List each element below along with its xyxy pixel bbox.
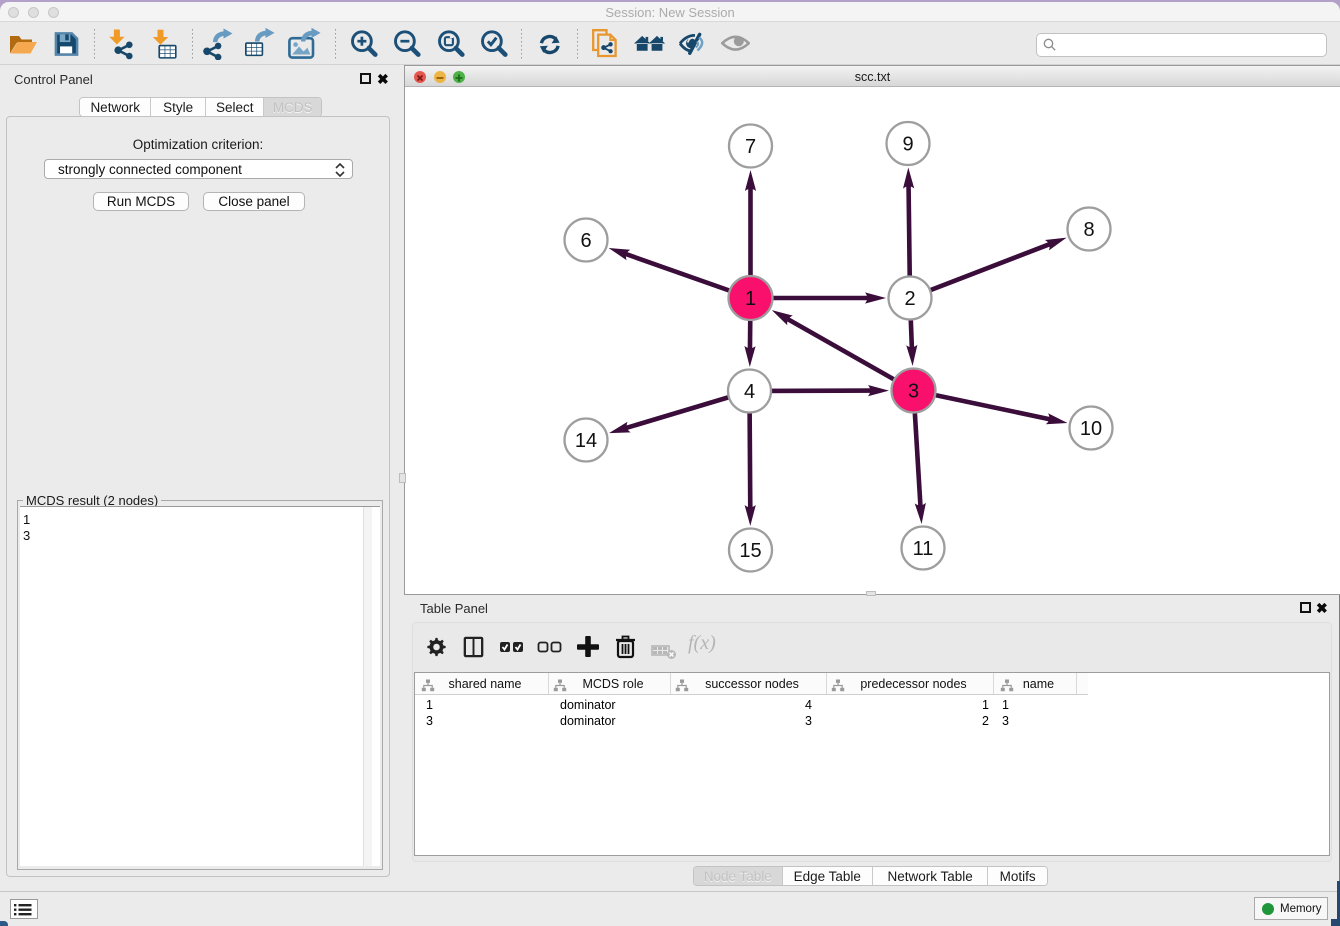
svg-text:3: 3: [908, 381, 919, 403]
svg-text:9: 9: [902, 134, 913, 156]
svg-text:6: 6: [580, 230, 591, 252]
svg-text:8: 8: [1083, 219, 1094, 241]
svg-text:14: 14: [575, 430, 597, 452]
svg-text:11: 11: [913, 538, 934, 560]
svg-text:10: 10: [1080, 418, 1102, 440]
svg-text:7: 7: [745, 136, 756, 158]
svg-text:4: 4: [744, 381, 755, 403]
svg-text:1: 1: [745, 288, 756, 310]
svg-text:2: 2: [904, 288, 915, 310]
svg-text:15: 15: [739, 540, 761, 562]
